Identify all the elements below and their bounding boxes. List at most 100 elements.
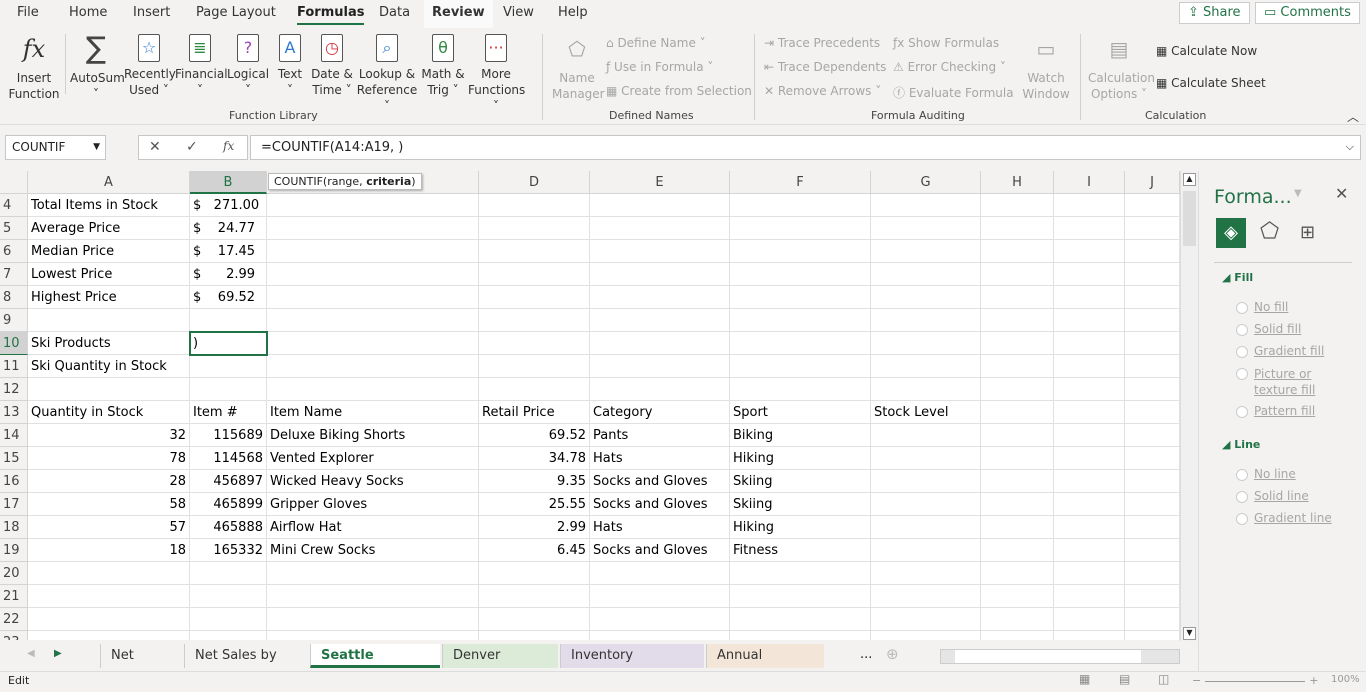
cell-F10[interactable] [730,332,871,355]
cell-B7[interactable]: $ 2.99 [190,263,267,286]
cell-D12[interactable] [479,378,590,401]
horizontal-scroll-thumb[interactable] [955,650,1141,663]
cell-J22[interactable] [1125,608,1180,631]
tab-formulas[interactable]: Formulas [297,5,365,25]
cell-C14[interactable]: Deluxe Biking Shorts [267,424,479,447]
fill-option-radio[interactable]: Solid fill [1235,322,1301,336]
cell-A23[interactable] [28,631,190,640]
cell-B18[interactable]: 465888 [190,516,267,539]
cell-F11[interactable] [730,355,871,378]
cell-H18[interactable] [981,516,1054,539]
cell-I15[interactable] [1054,447,1125,470]
cell-G5[interactable] [871,217,981,240]
effects-pentagon-icon[interactable]: ⬠ [1260,219,1279,244]
cell-H15[interactable] [981,447,1054,470]
cell-G7[interactable] [871,263,981,286]
cell-A15[interactable]: 78 [28,447,190,470]
sheet-tab-seattle-inventory[interactable]: Seattle Inventory [310,644,440,687]
insert-function-fx-icon[interactable]: fx [223,139,234,153]
cell-J14[interactable] [1125,424,1180,447]
enter-check-icon[interactable]: ✓ [186,139,198,155]
cell-B17[interactable]: 465899 [190,493,267,516]
cell-F12[interactable] [730,378,871,401]
cell-C23[interactable] [267,631,479,640]
evaluate-formula-button[interactable]: ⓕ Evaluate Formula [893,84,1014,101]
cell-E9[interactable] [590,309,730,332]
scroll-thumb[interactable] [1183,191,1196,246]
cell-H21[interactable] [981,585,1054,608]
cell-J12[interactable] [1125,378,1180,401]
create-from-selection-button[interactable]: ▦ Create from Selection [606,84,752,98]
trace-dependents-button[interactable]: ⇤ Trace Dependents [764,60,886,74]
cell-A13[interactable]: Quantity in Stock [28,401,190,424]
cell-G23[interactable] [871,631,981,640]
sheet-tab-denver-inventory[interactable]: Denver Inventory [442,644,558,687]
page-layout-view-icon[interactable]: ▤ [1119,672,1130,686]
calculate-now-button[interactable]: ▦ Calculate Now [1156,44,1257,58]
cell-C12[interactable] [267,378,479,401]
cell-C4[interactable] [267,194,479,217]
cell-F23[interactable] [730,631,871,640]
show-formulas-button[interactable]: ƒx Show Formulas [893,36,999,50]
cell-I11[interactable] [1054,355,1125,378]
line-option-radio[interactable]: No line [1236,467,1296,481]
comments-button[interactable]: ▭ Comments [1255,2,1360,24]
sheet-tab-net-sales-by-state[interactable]: Net Sales by State [184,644,308,687]
cell-F4[interactable] [730,194,871,217]
sheet-tab-annual-expenses[interactable]: Annual Expenses [706,644,824,687]
cell-G6[interactable] [871,240,981,263]
cell-D10[interactable] [479,332,590,355]
tab-help[interactable]: Help [558,5,588,20]
cell-I21[interactable] [1054,585,1125,608]
fill-option-radio[interactable]: Pattern fill [1235,404,1315,418]
prev-sheet-icon[interactable]: ◀ [27,648,35,659]
cell-I22[interactable] [1054,608,1125,631]
row-header-11[interactable]: 11 [0,355,28,378]
cell-D19[interactable]: 6.45 [479,539,590,562]
formula-input[interactable]: =COUNTIF(A14:A19, ) ⌵ [250,135,1361,160]
cell-E16[interactable]: Socks and Gloves [590,470,730,493]
cell-A20[interactable] [28,562,190,585]
cell-E5[interactable] [590,217,730,240]
cell-B4[interactable]: $ 271.00 [190,194,267,217]
row-header-7[interactable]: 7 [0,263,28,286]
cell-G8[interactable] [871,286,981,309]
cell-A5[interactable]: Average Price [28,217,190,240]
cell-I17[interactable] [1054,493,1125,516]
cell-B21[interactable] [190,585,267,608]
cell-H13[interactable] [981,401,1054,424]
cell-H9[interactable] [981,309,1054,332]
cell-E19[interactable]: Socks and Gloves [590,539,730,562]
cell-E14[interactable]: Pants [590,424,730,447]
cell-A14[interactable]: 32 [28,424,190,447]
cell-I9[interactable] [1054,309,1125,332]
row-header-20[interactable]: 20 [0,562,28,585]
cell-B9[interactable] [190,309,267,332]
cell-H10[interactable] [981,332,1054,355]
column-header-F[interactable]: F [730,171,871,194]
share-button[interactable]: ⇪ Share [1179,2,1250,24]
cell-H17[interactable] [981,493,1054,516]
cell-E15[interactable]: Hats [590,447,730,470]
cell-J6[interactable] [1125,240,1180,263]
add-sheet-icon[interactable]: ⊕ [886,645,899,663]
cell-B19[interactable]: 165332 [190,539,267,562]
cell-D17[interactable]: 25.55 [479,493,590,516]
cell-D21[interactable] [479,585,590,608]
cell-F15[interactable]: Hiking [730,447,871,470]
row-header-8[interactable]: 8 [0,286,28,309]
vertical-scrollbar[interactable]: ▲ ▼ [1180,171,1198,643]
cell-F17[interactable]: Skiing [730,493,871,516]
cell-D6[interactable] [479,240,590,263]
zoom-level[interactable]: 100% [1331,674,1360,685]
cell-J7[interactable] [1125,263,1180,286]
function-logical-button[interactable]: ? Logical ˅ [226,34,270,98]
cell-D7[interactable] [479,263,590,286]
cell-D13[interactable]: Retail Price [479,401,590,424]
tab-view[interactable]: View [503,5,534,20]
cell-A9[interactable] [28,309,190,332]
cell-I6[interactable] [1054,240,1125,263]
cell-H16[interactable] [981,470,1054,493]
cell-D15[interactable]: 34.78 [479,447,590,470]
cell-I20[interactable] [1054,562,1125,585]
